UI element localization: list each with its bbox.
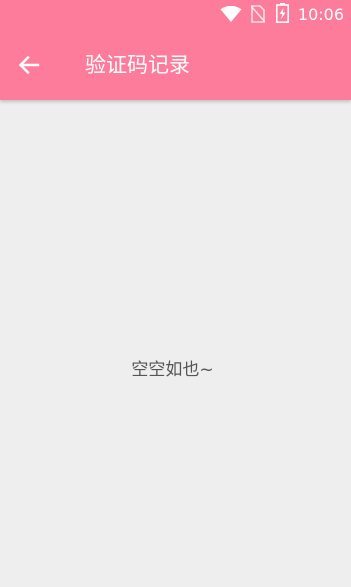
- arrow-left-icon: [18, 55, 40, 75]
- app-bar: 10:06 验证码记录: [0, 0, 351, 100]
- battery-charging-icon: [276, 3, 289, 23]
- back-button[interactable]: [12, 50, 46, 80]
- screen: 10:06 验证码记录 空空如也~: [0, 0, 351, 587]
- status-time: 10:06: [297, 5, 344, 24]
- page-title: 验证码记录: [85, 53, 190, 77]
- wifi-icon: [220, 6, 242, 22]
- status-bar: 10:06: [0, 0, 351, 30]
- empty-state-message: 空空如也~: [131, 360, 214, 380]
- no-sim-icon: [251, 5, 265, 23]
